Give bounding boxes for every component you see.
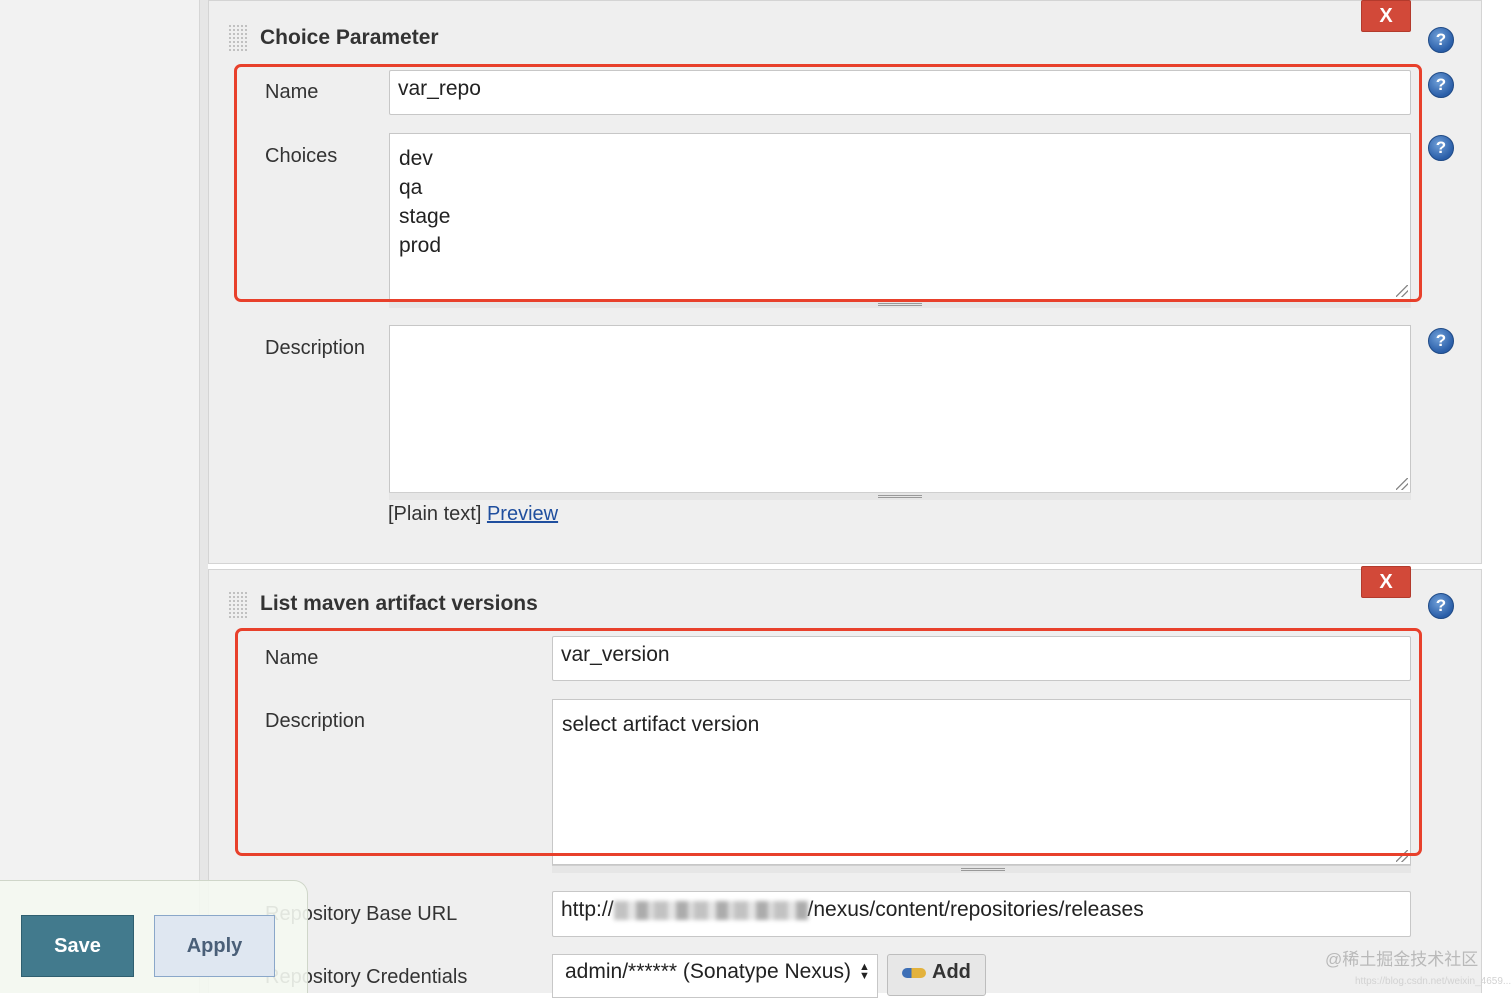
help-icon[interactable]: ? [1428, 72, 1454, 98]
choice-description-textarea[interactable] [389, 325, 1411, 493]
preview-link[interactable]: Preview [487, 503, 558, 525]
resize-handle-icon [878, 495, 922, 498]
format-label: [Plain text] [388, 503, 482, 525]
credentials-select[interactable]: admin/****** (Sonatype Nexus) ▲ ▼ [552, 954, 878, 998]
help-icon[interactable]: ? [1428, 27, 1454, 53]
url-suffix: /nexus/content/repositories/releases [807, 898, 1144, 921]
add-button-label: Add [932, 961, 971, 983]
choice-description-label: Description [265, 337, 366, 359]
resize-grip-icon[interactable] [1396, 478, 1408, 490]
redacted-host [613, 900, 808, 920]
url-prefix: http:// [561, 898, 614, 921]
credentials-selected-value: admin/****** (Sonatype Nexus) [565, 960, 851, 983]
watermark-subtext: https://blog.csdn.net/weixin_4659... [1355, 976, 1512, 987]
maven-parameter-title: List maven artifact versions [260, 592, 538, 615]
drag-handle-icon[interactable] [228, 24, 248, 52]
select-arrows-icon: ▲ ▼ [858, 961, 870, 983]
help-icon[interactable]: ? [1428, 593, 1454, 619]
left-sidebar [0, 0, 200, 993]
repository-url-input[interactable]: http:// /nexus/content/repositories/relea… [552, 891, 1411, 937]
watermark-text: @稀土掘金技术社区 [1325, 950, 1479, 969]
apply-button[interactable]: Apply [154, 915, 275, 977]
highlight-box [235, 628, 1422, 856]
drag-handle-icon[interactable] [228, 591, 248, 619]
sidebar-gutter [200, 0, 208, 993]
choice-parameter-title: Choice Parameter [260, 26, 439, 49]
markup-format-note: [Plain text] Preview [388, 503, 558, 526]
delete-choice-parameter-button[interactable]: X [1361, 0, 1411, 32]
add-credentials-button[interactable]: Add [887, 954, 986, 996]
resize-handle-icon [878, 303, 922, 306]
help-icon[interactable]: ? [1428, 135, 1454, 161]
help-icon[interactable]: ? [1428, 328, 1454, 354]
key-icon [902, 967, 926, 978]
highlight-box [234, 64, 1422, 302]
save-button[interactable]: Save [21, 915, 134, 977]
delete-maven-parameter-button[interactable]: X [1361, 566, 1411, 598]
resize-handle-icon [961, 868, 1005, 871]
